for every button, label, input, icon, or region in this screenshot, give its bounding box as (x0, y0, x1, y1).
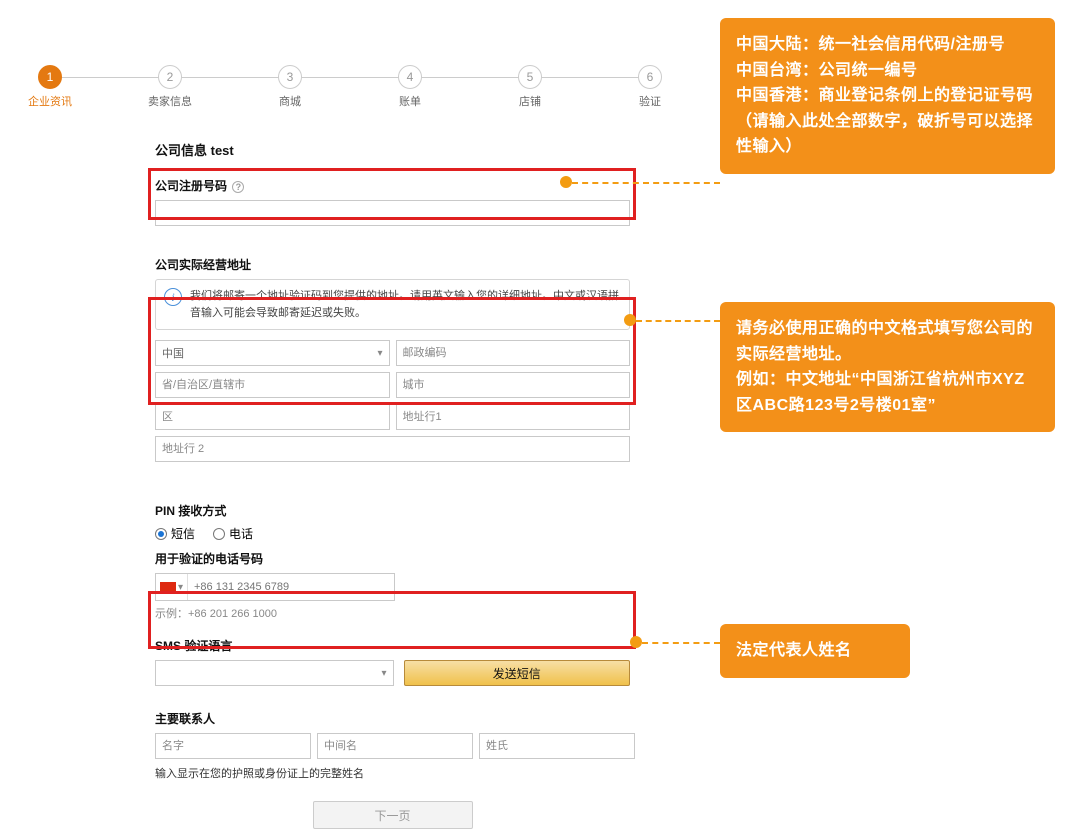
radio-sms-label: 短信 (171, 525, 195, 542)
step-6[interactable]: 6 验证 (620, 65, 680, 109)
step-2-label: 卖家信息 (148, 93, 192, 109)
step-4-label: 账单 (399, 93, 421, 109)
send-sms-label: 发送短信 (493, 665, 541, 682)
callout-address: 请务必使用正确的中文格式填写您公司的实际经营地址。 例如：中文地址“中国浙江省杭… (720, 302, 1055, 432)
connector-2 (636, 320, 720, 322)
callout-dot-3 (630, 636, 642, 648)
country-value: 中国 (162, 345, 184, 361)
step-1-circle: 1 (38, 65, 62, 89)
lastname-input[interactable] (479, 733, 635, 759)
radio-call[interactable]: 电话 (213, 525, 253, 542)
regnum-label: 公司注册号码 ? (155, 177, 630, 194)
step-3[interactable]: 3 商城 (260, 65, 320, 109)
phone-label: 用于验证的电话号码 (155, 550, 630, 567)
address-title: 公司实际经营地址 (155, 256, 630, 273)
contact-title: 主要联系人 (155, 710, 630, 727)
regnum-label-text: 公司注册号码 (155, 179, 227, 193)
connector-3 (642, 642, 720, 644)
regnum-input[interactable] (155, 200, 630, 226)
radio-sms[interactable]: 短信 (155, 525, 195, 542)
help-icon[interactable]: ? (232, 181, 244, 193)
province-input[interactable] (155, 372, 390, 398)
info-icon: i (164, 288, 182, 306)
callout-regnum: 中国大陆：统一社会信用代码/注册号 中国台湾：公司统一编号 中国香港：商业登记条… (720, 18, 1055, 174)
step-2-circle: 2 (158, 65, 182, 89)
flag-cn-icon (160, 582, 176, 593)
step-5-label: 店铺 (519, 93, 541, 109)
radio-call-label: 电话 (229, 525, 253, 542)
step-5[interactable]: 5 店铺 (500, 65, 560, 109)
step-4-circle: 4 (398, 65, 422, 89)
step-3-circle: 3 (278, 65, 302, 89)
country-select[interactable]: 中国 ▾ (155, 340, 390, 366)
callout-contact: 法定代表人姓名 (720, 624, 910, 678)
step-5-circle: 5 (518, 65, 542, 89)
zip-input[interactable] (396, 340, 631, 366)
chevron-down-icon: ▾ (377, 348, 382, 359)
next-button[interactable]: 下一页 (313, 801, 473, 829)
step-4[interactable]: 4 账单 (380, 65, 440, 109)
company-info-title: 公司信息 test (155, 140, 630, 159)
sms-lang-select[interactable]: ▾ (155, 660, 394, 686)
address-info-text: 我们将邮寄一个地址验证码到您提供的地址。请用英文输入您的详细地址。中文或汉语拼音… (190, 290, 619, 319)
address-info: i 我们将邮寄一个地址验证码到您提供的地址。请用英文输入您的详细地址。中文或汉语… (155, 279, 630, 330)
radio-call-btn (213, 528, 225, 540)
step-1[interactable]: 1 企业资讯 (20, 65, 80, 109)
chevron-down-icon: ▾ (381, 668, 386, 679)
middlename-input[interactable] (317, 733, 473, 759)
step-3-label: 商城 (279, 93, 301, 109)
contact-hint: 输入显示在您的护照或身份证上的完整姓名 (155, 765, 630, 781)
chevron-down-icon: ▾ (178, 582, 183, 593)
addr1-input[interactable] (396, 404, 631, 430)
city-input[interactable] (396, 372, 631, 398)
pin-title: PIN 接收方式 (155, 502, 630, 519)
step-6-circle: 6 (638, 65, 662, 89)
radio-sms-btn (155, 528, 167, 540)
phone-input[interactable]: ▾ (155, 573, 395, 601)
sms-lang-label: SMS 验证语言 (155, 637, 630, 654)
step-6-label: 验证 (639, 93, 661, 109)
district-input[interactable] (155, 404, 390, 430)
send-sms-button[interactable]: 发送短信 (404, 660, 631, 686)
firstname-input[interactable] (155, 733, 311, 759)
addr2-input[interactable] (155, 436, 630, 462)
phone-example: 示例：+86 201 266 1000 (155, 605, 630, 621)
progress-stepper: 1 企业资讯 2 卖家信息 3 商城 4 账单 5 店铺 6 验证 (20, 65, 680, 115)
next-button-label: 下一页 (374, 807, 410, 824)
step-2[interactable]: 2 卖家信息 (140, 65, 200, 109)
step-1-label: 企业资讯 (28, 93, 72, 109)
flag-select[interactable]: ▾ (156, 574, 188, 600)
phone-field[interactable] (188, 574, 394, 600)
